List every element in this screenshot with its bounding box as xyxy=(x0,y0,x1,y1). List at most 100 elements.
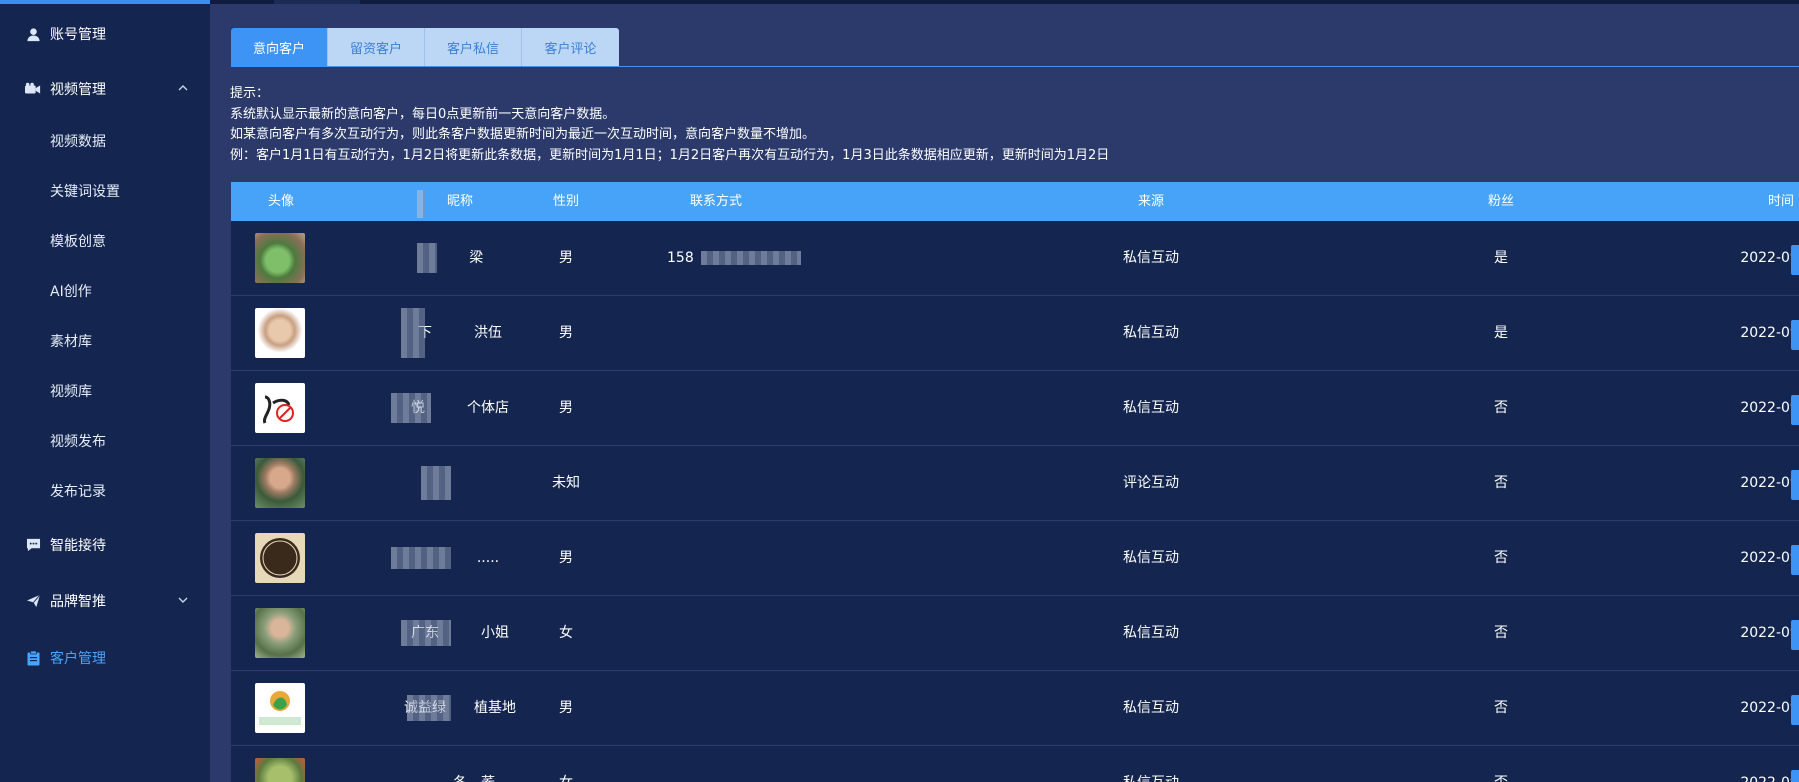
sidebar-subitem-video-data[interactable]: 视频数据 xyxy=(0,121,210,161)
sidebar-subitem-material-library[interactable]: 素材库 xyxy=(0,321,210,361)
main-content: 意向客户 留资客户 客户私信 客户评论 提示： 系统默认显示最新的意向客户，每日… xyxy=(210,4,1799,782)
table-body: 梁 男 158 私信互动 是 2022-09-15 下 洪伍 男 私信互动 是 … xyxy=(231,221,1799,782)
fans-cell: 是 xyxy=(1494,250,1508,266)
sidebar-item-video-management[interactable]: 视频管理 xyxy=(0,69,210,109)
table-row: 冬 荞 女 私信互动 否 2022-09-06 xyxy=(231,746,1799,782)
sidebar-item-brand-push[interactable]: 品牌智推 xyxy=(0,581,210,621)
redaction-mask xyxy=(701,251,801,265)
leaf-logo-icon xyxy=(259,691,301,725)
column-header-source: 来源 xyxy=(1137,194,1164,209)
tab-underline xyxy=(231,66,1799,67)
row-action-button[interactable] xyxy=(1791,470,1799,500)
redaction-mask xyxy=(407,695,451,721)
table-row: 梁 男 158 私信互动 是 2022-09-15 xyxy=(231,221,1799,296)
fans-cell: 否 xyxy=(1494,400,1508,416)
row-action-button[interactable] xyxy=(1791,620,1799,650)
sidebar-subitem-keyword-settings[interactable]: 关键词设置 xyxy=(0,171,210,211)
row-action-button[interactable] xyxy=(1791,770,1799,782)
time-cell: 2022-09-06 xyxy=(1701,746,1799,782)
fans-cell: 否 xyxy=(1494,550,1508,566)
tab-customer-comments[interactable]: 客户评论 xyxy=(522,28,619,66)
row-action-button[interactable] xyxy=(1791,320,1799,350)
sidebar-item-customer-management[interactable]: 客户管理 xyxy=(0,638,210,678)
sidebar-item-account[interactable]: 账号管理 xyxy=(0,14,210,54)
row-action-button[interactable] xyxy=(1791,245,1799,275)
table-row: 悦 个体店 男 私信互动 否 2022-09-08 xyxy=(231,371,1799,446)
notice-text: 提示： 系统默认显示最新的意向客户，每日0点更新前一天意向客户数据。 如某意向客… xyxy=(230,84,1730,166)
redaction-mask xyxy=(421,466,451,500)
avatar xyxy=(255,533,305,583)
table-row: 下 洪伍 男 私信互动 是 2022-09-13 xyxy=(231,296,1799,371)
tab-lead-customers[interactable]: 留资客户 xyxy=(328,28,425,66)
fans-cell: 否 xyxy=(1494,625,1508,641)
notice-line: 系统默认显示最新的意向客户，每日0点更新前一天意向客户数据。 xyxy=(230,106,616,122)
sidebar-item-label: 品牌智推 xyxy=(50,594,106,610)
time-cell: 2022-09-07 xyxy=(1740,475,1799,491)
seal-logo-icon xyxy=(260,538,300,578)
chevron-down-icon[interactable] xyxy=(176,593,190,607)
sidebar-item-smart-reception[interactable]: 智能接待 xyxy=(0,525,210,565)
source-cell: 私信互动 xyxy=(1123,550,1179,566)
fans-cell: 是 xyxy=(1494,325,1508,341)
sidebar-item-label: 智能接待 xyxy=(50,538,106,554)
source-cell: 评论互动 xyxy=(1123,475,1179,491)
redaction-mask xyxy=(401,620,451,646)
fans-cell: 否 xyxy=(1494,475,1508,491)
avatar xyxy=(255,458,305,508)
fans-cell: 否 xyxy=(1494,700,1508,716)
redaction-mask xyxy=(417,190,425,218)
fans-cell: 否 xyxy=(1461,746,1541,782)
gender-cell: 未知 xyxy=(552,475,580,491)
column-header-time: 时间 xyxy=(1767,194,1794,209)
gender-cell: 男 xyxy=(559,250,573,266)
sidebar-subitem-template-creative[interactable]: 模板创意 xyxy=(0,221,210,261)
row-action-button[interactable] xyxy=(1791,395,1799,425)
clipboard-icon xyxy=(24,649,42,667)
gender-cell: 男 xyxy=(559,550,573,566)
avatar xyxy=(255,608,305,658)
time-cell: 2022-09-06 xyxy=(1740,700,1799,716)
redaction-mask xyxy=(417,243,437,273)
row-action-button[interactable] xyxy=(1791,695,1799,725)
notice-line: 例：客户1月1日有互动行为，1月2日将更新此条数据，更新时间为1月1日；1月2日… xyxy=(230,147,1110,163)
redaction-mask xyxy=(391,393,431,423)
time-cell: 2022-09-06 xyxy=(1740,550,1799,566)
brand-logo-icon xyxy=(263,395,294,424)
redaction-mask xyxy=(401,308,425,358)
source-cell: 私信互动 xyxy=(1071,746,1231,782)
notice-title: 提示： xyxy=(230,86,270,101)
tab-customer-messages[interactable]: 客户私信 xyxy=(425,28,522,66)
source-cell: 私信互动 xyxy=(1123,625,1179,641)
sidebar-subitem-publish-records[interactable]: 发布记录 xyxy=(0,471,210,511)
avatar xyxy=(255,758,305,782)
sidebar-item-label: 视频管理 xyxy=(50,82,106,98)
avatar xyxy=(255,683,305,733)
gender-cell: 男 xyxy=(559,700,573,716)
sidebar-subitem-video-library[interactable]: 视频库 xyxy=(0,371,210,411)
time-cell: 2022-09-08 xyxy=(1740,400,1799,416)
table-row: 广东 小姐 女 私信互动 否 2022-09-06 xyxy=(231,596,1799,671)
table-row: ..... 男 私信互动 否 2022-09-06 xyxy=(231,521,1799,596)
avatar xyxy=(255,308,305,358)
sidebar-item-label: 客户管理 xyxy=(50,651,106,667)
column-header-gender: 性别 xyxy=(552,194,579,209)
column-header-fans: 粉丝 xyxy=(1487,194,1514,209)
chevron-up-icon[interactable] xyxy=(176,81,190,95)
video-camera-icon xyxy=(24,80,42,98)
user-icon xyxy=(24,25,42,43)
sidebar-subitem-ai-creation[interactable]: AI创作 xyxy=(0,271,210,311)
gender-cell: 男 xyxy=(559,400,573,416)
time-cell: 2022-09-15 xyxy=(1740,250,1799,266)
sidebar-top-accent xyxy=(0,0,210,4)
time-cell: 2022-09-06 xyxy=(1740,625,1799,641)
sidebar-subitem-video-publish[interactable]: 视频发布 xyxy=(0,421,210,461)
gender-cell: 男 xyxy=(559,325,573,341)
tab-intent-customers[interactable]: 意向客户 xyxy=(231,28,328,66)
send-icon xyxy=(24,592,42,610)
row-action-button[interactable] xyxy=(1791,545,1799,575)
source-cell: 私信互动 xyxy=(1123,700,1179,716)
redaction-mask xyxy=(391,547,451,569)
column-header-contact: 联系方式 xyxy=(689,194,742,209)
source-cell: 私信互动 xyxy=(1123,250,1179,266)
gender-cell: 女 xyxy=(521,746,611,782)
